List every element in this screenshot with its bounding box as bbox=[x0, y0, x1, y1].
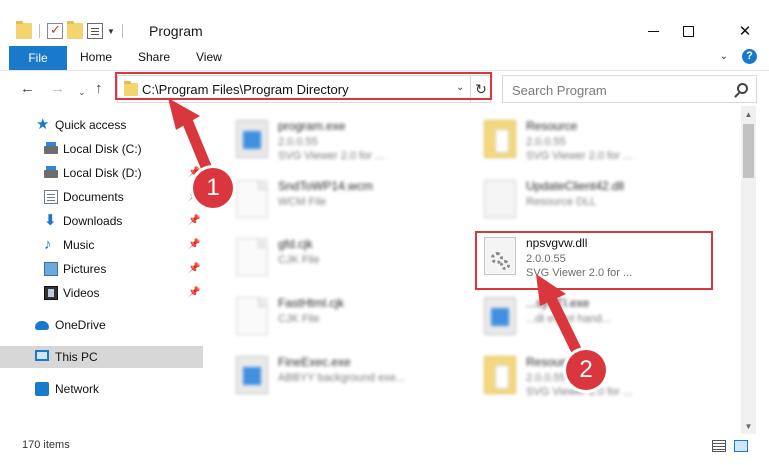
arrow-1-head bbox=[168, 98, 200, 130]
step-badge-1: 1 bbox=[193, 168, 233, 208]
annotation-arrows bbox=[168, 98, 588, 368]
step-badge-2: 2 bbox=[566, 350, 606, 390]
